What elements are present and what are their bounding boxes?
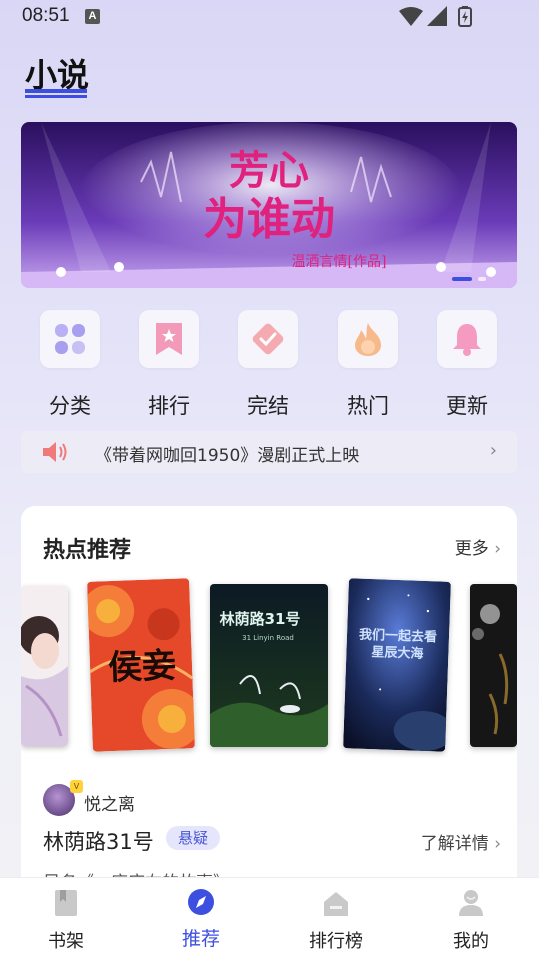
category-update[interactable]: 更新 [437, 310, 497, 418]
ranking-icon [324, 892, 348, 916]
author-name[interactable]: 悦之离 [84, 790, 135, 815]
category-finished[interactable]: 完结 [238, 310, 298, 418]
banner-dot [478, 277, 486, 281]
signal-icon [427, 6, 447, 26]
detail-link[interactable]: 了解详情 › [421, 829, 501, 854]
category-label: 热门 [347, 394, 389, 418]
detail-label: 了解详情 [420, 834, 489, 854]
author-badge: V [70, 780, 83, 793]
nav-ranking[interactable]: 排行榜 [291, 878, 381, 959]
nav-bookshelf[interactable]: 书架 [21, 878, 111, 959]
book-title[interactable]: 林荫路31号 [43, 826, 154, 856]
profile-icon [459, 890, 483, 916]
nav-label: 推荐 [181, 928, 220, 950]
announcement-bar[interactable]: 《带着网咖回1950》漫剧正式上映 › [21, 431, 517, 473]
genre-tag: 悬疑 [166, 826, 221, 850]
section-title: 热点推荐 [43, 538, 132, 563]
title-underline [25, 89, 87, 98]
status-time: 08:51 [22, 5, 70, 26]
nav-label: 我的 [453, 931, 489, 952]
speaker-icon [43, 442, 67, 462]
bookshelf-icon [55, 890, 77, 916]
announcement-text: 《带着网咖回1950》漫剧正式上映 [95, 446, 360, 466]
book-cover-title: 侯妾 [107, 646, 176, 688]
book-cover-subtitle: 31 Linyin Road [242, 634, 294, 642]
category-label: 更新 [446, 394, 488, 418]
check-box-icon [238, 310, 298, 368]
nav-profile[interactable]: 我的 [426, 878, 516, 959]
more-link[interactable]: 更多 › [455, 534, 501, 559]
bell-icon [437, 310, 497, 368]
compass-icon [188, 889, 214, 915]
wifi-icon [399, 7, 423, 26]
hot-recommend-card: 热点推荐 更多 › 侯妾 林荫路31号 31 Linyin Road 我们一起去… [21, 506, 517, 906]
flame-icon [338, 310, 398, 368]
status-icons [399, 6, 472, 27]
banner-title-line1: 芳心 [229, 147, 309, 194]
nav-label: 排行榜 [309, 931, 363, 952]
book-cover[interactable] [470, 584, 517, 747]
grid-flower-icon [40, 310, 100, 368]
book-cover[interactable]: 我们一起去看星辰大海 [343, 578, 451, 752]
more-label: 更多 [454, 539, 489, 559]
banner-art: 芳心 为谁动 温酒言情[作品] [21, 122, 517, 288]
category-classify[interactable]: 分类 [40, 310, 100, 418]
nav-recommend[interactable]: 推荐 [156, 878, 246, 959]
bottom-nav: 书架 推荐 排行榜 我的 [0, 877, 539, 959]
banner-dot-active [452, 277, 472, 281]
category-hot[interactable]: 热门 [338, 310, 398, 418]
status-bar: 08:51 A [0, 0, 539, 34]
category-label: 排行 [148, 394, 190, 418]
chevron-right-icon: › [494, 834, 501, 854]
category-label: 完结 [247, 394, 289, 418]
book-cover-title: 林荫路31号 [220, 610, 301, 628]
book-cover[interactable] [21, 586, 68, 746]
promo-banner[interactable]: 芳心 为谁动 温酒言情[作品] [21, 122, 517, 288]
book-cover[interactable]: 林荫路31号 31 Linyin Road [210, 584, 328, 747]
nav-label: 书架 [48, 931, 84, 952]
notification-app-icon: A [85, 9, 100, 24]
bookmark-star-icon [139, 310, 199, 368]
chevron-right-icon: › [489, 440, 497, 461]
category-rank[interactable]: 排行 [139, 310, 199, 418]
chevron-right-icon: › [494, 539, 501, 559]
category-label: 分类 [49, 394, 91, 418]
book-cover[interactable]: 侯妾 [87, 578, 195, 752]
banner-title-line2: 为谁动 [203, 194, 335, 245]
book-cover-title: 我们一起去看星辰大海 [358, 627, 438, 662]
banner-subtitle: 温酒言情[作品] [292, 254, 387, 270]
